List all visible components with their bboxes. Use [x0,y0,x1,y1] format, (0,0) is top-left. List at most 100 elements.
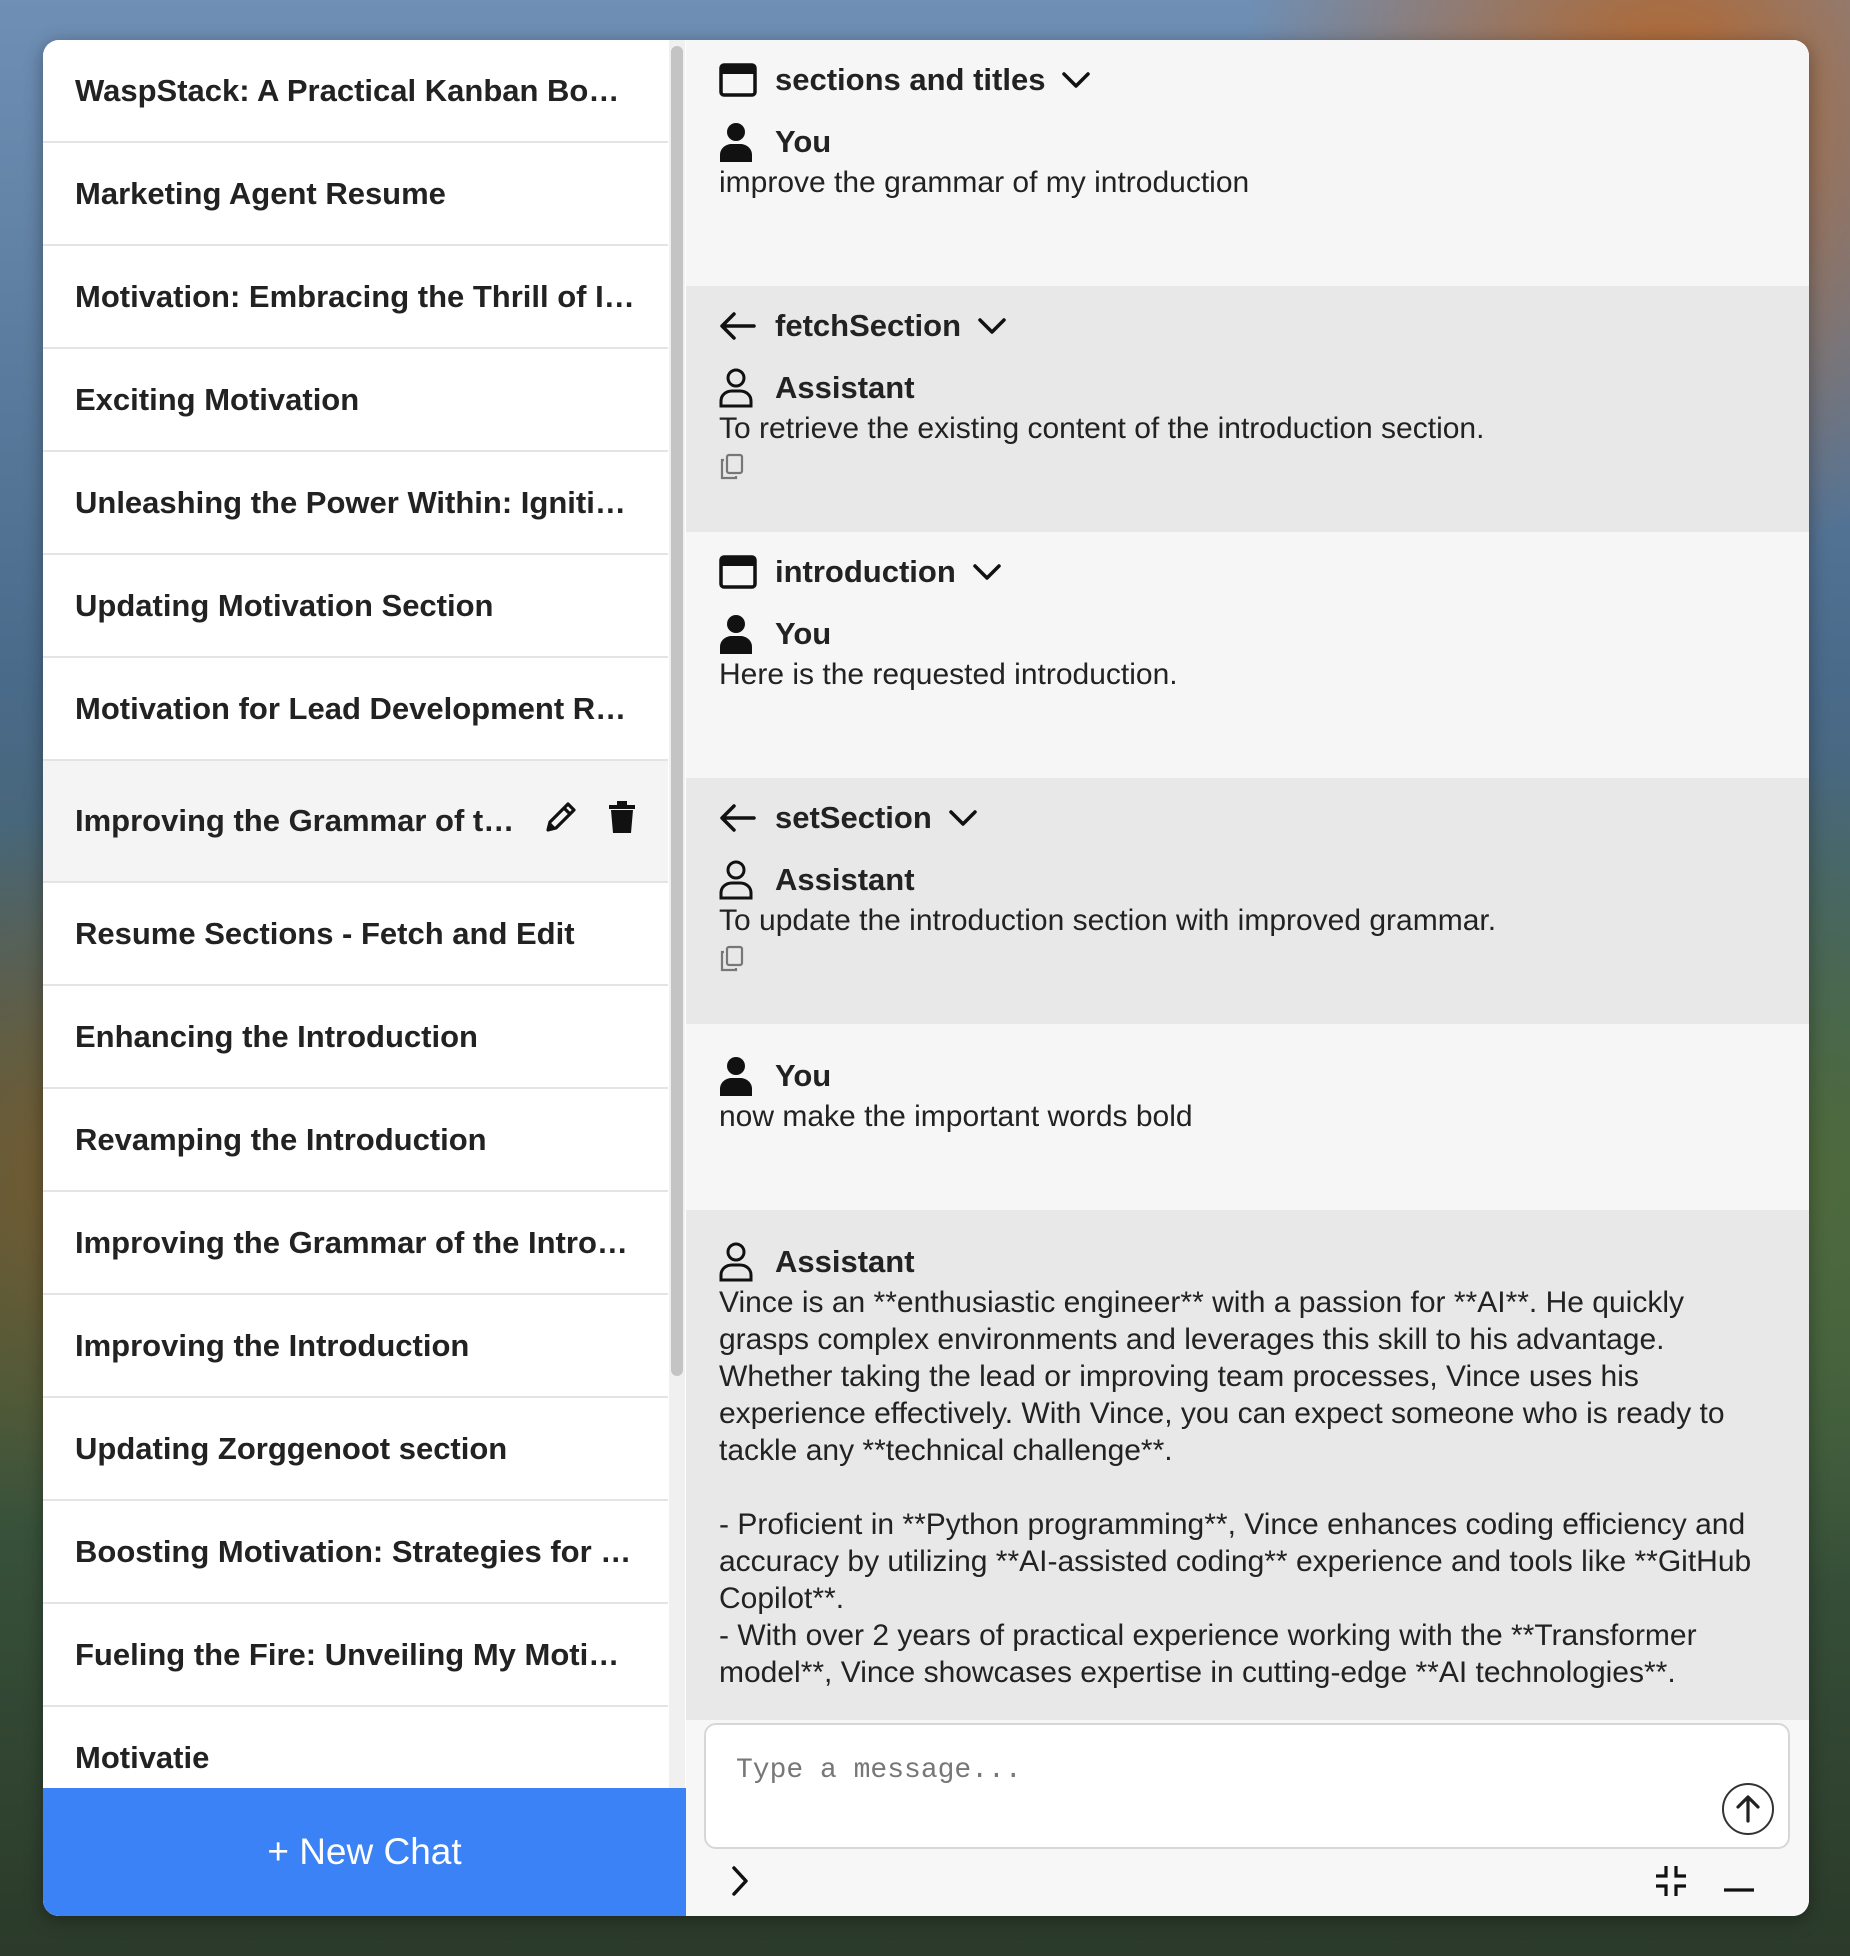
assistant-message: fetchSection Assistant To retrieve the exi… [686,286,1809,532]
chevron-down-icon [948,808,978,828]
chat-item[interactable]: Improving the Grammar of the Introductio… [43,1192,668,1295]
send-button[interactable] [1722,1783,1774,1835]
user-message: You now make the important words bold [686,1024,1809,1210]
message-author: You [719,1054,1777,1098]
shrink-icon [1656,1866,1686,1896]
copy-icon[interactable] [719,945,1777,975]
message-input[interactable] [736,1755,1696,1815]
chevron-down-icon [977,316,1007,336]
chat-item[interactable]: Marketing Agent Resume [43,143,668,246]
sidebar-scrollbar-thumb[interactable] [671,46,683,1376]
author-name: You [775,616,832,651]
window-icon [719,552,759,592]
user-solid-icon [719,614,759,654]
shrink-window-button[interactable] [1654,1864,1688,1903]
chat-item[interactable]: Motivation for Lead Development Role [43,658,668,761]
author-name: You [775,1058,832,1093]
pencil-icon[interactable] [544,800,578,842]
tool-call-toggle[interactable]: setSection [719,778,1777,858]
tool-call-name: fetchSection [775,308,962,343]
sidebar-scrollbar[interactable] [669,40,685,1788]
chat-item-label: Updating Motivation Section [75,587,494,623]
bottom-toolbar [686,1850,1809,1916]
chat-item[interactable]: Revamping the Introduction [43,1089,668,1192]
chat-window: WaspStack: A Practical Kanban Board for … [43,40,1809,1916]
chat-item-label: Motivation: Embracing the Thrill of Inno… [75,278,636,314]
tool-call-toggle[interactable]: fetchSection [719,286,1777,366]
chat-item-label: Boosting Motivation: Strategies for Succ… [75,1533,636,1569]
author-name: Assistant [775,862,915,897]
minus-icon [1724,1888,1754,1892]
conversation-panel: sections and titles You improve the gramma… [686,40,1809,1916]
tool-call-toggle[interactable]: introduction [719,532,1777,612]
user-solid-icon [719,122,759,162]
chat-item-label: Unleashing the Power Within: Igniting Mo… [75,484,636,520]
chat-item-label: Motivatie [75,1739,210,1775]
chat-item[interactable]: Motivatie [43,1707,668,1788]
chevron-right-icon [732,1866,748,1896]
arrow-left-icon [719,306,759,346]
chat-item[interactable]: Boosting Motivation: Strategies for Succ… [43,1501,668,1604]
chat-item-label: Enhancing the Introduction [75,1018,478,1054]
tool-call-toggle[interactable]: sections and titles [719,40,1777,120]
chat-item[interactable]: Updating Zorggenoot section [43,1398,668,1501]
message-composer [704,1723,1790,1849]
minimize-button[interactable] [1722,1880,1756,1898]
chat-item-label: Improving the Grammar of the Introductio… [75,1224,636,1260]
chat-item[interactable]: Fueling the Fire: Unveiling My Motivatio… [43,1604,668,1707]
chat-item-label: Motivation for Lead Development Role [75,690,636,726]
copy-icon[interactable] [719,453,1777,483]
chat-item[interactable]: Unleashing the Power Within: Igniting Mo… [43,452,668,555]
expand-sidebar-button[interactable] [730,1864,750,1903]
user-outline-icon [719,1242,759,1282]
chevron-down-icon [972,562,1002,582]
user-solid-icon [719,1056,759,1096]
message-author: Assistant [719,858,1777,902]
chat-item[interactable]: Motivation: Embracing the Thrill of Inno… [43,246,668,349]
user-message: introduction You Here is the requested int… [686,532,1809,778]
chat-item[interactable]: WaspStack: A Practical Kanban Board for … [43,40,668,143]
chat-item-label: Updating Zorggenoot section [75,1430,508,1466]
message-text: To retrieve the existing content of the … [719,412,1485,445]
chat-item-label: WaspStack: A Practical Kanban Board for … [75,72,636,108]
chat-item[interactable]: Exciting Motivation [43,349,668,452]
arrow-left-icon [719,798,759,838]
message-author: You [719,120,1777,164]
chat-item-active[interactable]: Improving the Grammar of the Introductio… [43,761,668,883]
tool-call-name: introduction [775,554,956,589]
chat-item[interactable]: Enhancing the Introduction [43,986,668,1089]
chat-item-label: Fueling the Fire: Unveiling My Motivatio… [75,1636,636,1672]
chat-list: WaspStack: A Practical Kanban Board for … [43,40,668,1788]
assistant-message: setSection Assistant To update the introdu… [686,778,1809,1024]
chat-item-label: Improving the Grammar of the Introductio… [75,803,530,838]
message-author: You [719,612,1777,656]
assistant-message: Assistant Vince is an **enthusiastic engi… [686,1210,1809,1720]
chat-item-label: Marketing Agent Resume [75,175,446,211]
chat-item-label: Improving the Introduction [75,1327,470,1363]
chat-item[interactable]: Resume Sections - Fetch and Edit [43,883,668,986]
message-author: Assistant [719,366,1777,410]
chat-item[interactable]: Updating Motivation Section [43,555,668,658]
chat-item[interactable]: Improving the Introduction [43,1295,668,1398]
message-text: improve the grammar of my introduction [719,166,1250,199]
window-icon [719,60,759,100]
author-name: Assistant [775,370,915,405]
tool-call-name: sections and titles [775,62,1046,97]
user-outline-icon [719,860,759,900]
chat-sidebar: WaspStack: A Practical Kanban Board for … [43,40,686,1916]
trash-icon[interactable] [608,800,636,842]
user-outline-icon [719,368,759,408]
chat-item-label: Exciting Motivation [75,381,360,417]
chevron-down-icon [1061,70,1091,90]
tool-call-name: setSection [775,800,932,835]
new-chat-button[interactable]: + New Chat [43,1788,686,1916]
chat-item-label: Resume Sections - Fetch and Edit [75,915,575,951]
arrow-up-icon [1736,1795,1760,1823]
user-message: sections and titles You improve the gramma… [686,40,1809,286]
chat-item-label: Revamping the Introduction [75,1121,487,1157]
message-list[interactable]: sections and titles You improve the gramma… [686,40,1809,1720]
message-text: now make the important words bold [719,1100,1193,1133]
message-text: To update the introduction section with … [719,904,1497,937]
author-name: You [775,124,832,159]
chat-item-actions [544,800,636,842]
